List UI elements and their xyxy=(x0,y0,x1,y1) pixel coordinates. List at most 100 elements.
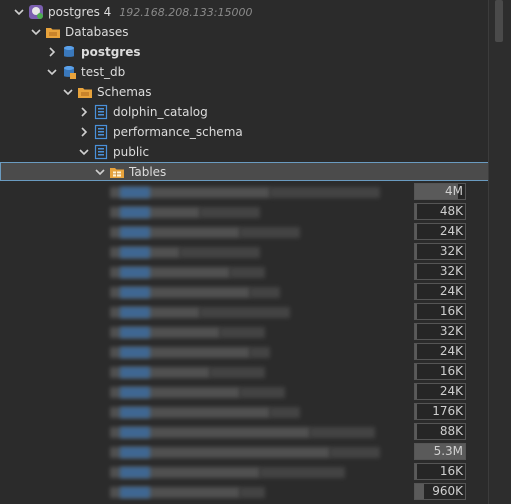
table-size-bar: 88K xyxy=(414,423,466,440)
table-row[interactable]: 24K xyxy=(0,282,489,302)
table-size-fill xyxy=(415,424,417,439)
table-size-value: 960K xyxy=(432,484,463,498)
table-row[interactable]: 32K xyxy=(0,322,489,342)
table-size-bar: 48K xyxy=(414,203,466,220)
tree-node-tables[interactable]: Tables xyxy=(0,162,489,181)
obscured-table-name xyxy=(120,267,150,278)
tree-node-schema-public[interactable]: public xyxy=(0,142,489,162)
chevron-down-icon[interactable] xyxy=(61,85,75,99)
tables-folder-icon xyxy=(109,164,125,180)
table-size-value: 16K xyxy=(439,304,463,318)
table-size-value: 24K xyxy=(439,344,463,358)
chevron-right-icon[interactable] xyxy=(77,125,91,139)
table-size-fill xyxy=(415,484,424,499)
obscured-table-name xyxy=(120,227,150,238)
table-size-bar: 176K xyxy=(414,403,466,420)
table-size-bar: 32K xyxy=(414,243,466,260)
chevron-right-icon[interactable] xyxy=(45,45,59,59)
table-row[interactable]: 32K xyxy=(0,242,489,262)
tree-node-schema-dolphin[interactable]: dolphin_catalog xyxy=(0,102,489,122)
connection-host: 192.168.208.133:15000 xyxy=(119,5,253,19)
chevron-down-icon[interactable] xyxy=(77,145,91,159)
table-row[interactable]: 24K xyxy=(0,382,489,402)
obscured-table-name xyxy=(120,347,150,358)
obscured-table-name xyxy=(270,407,300,418)
table-row[interactable]: 32K xyxy=(0,262,489,282)
table-row[interactable]: 24K xyxy=(0,222,489,242)
table-size-value: 16K xyxy=(439,364,463,378)
obscured-table-name xyxy=(200,307,290,318)
obscured-table-name xyxy=(270,187,380,198)
tree-node-connection[interactable]: postgres 4 192.168.208.133:15000 xyxy=(0,2,489,22)
obscured-table-name xyxy=(120,307,150,318)
table-size-fill xyxy=(415,464,417,479)
obscured-table-name xyxy=(120,367,150,378)
tree-node-schema-performance[interactable]: performance_schema xyxy=(0,122,489,142)
table-size-value: 4M xyxy=(445,184,463,198)
obscured-table-name xyxy=(120,467,150,478)
table-size-value: 32K xyxy=(439,324,463,338)
table-size-bar: 24K xyxy=(414,223,466,240)
table-size-bar: 4M xyxy=(414,183,466,200)
obscured-table-name xyxy=(230,267,265,278)
vertical-scrollbar[interactable] xyxy=(488,0,511,504)
table-row[interactable]: 88K xyxy=(0,422,489,442)
obscured-table-name xyxy=(260,467,345,478)
schema-public-label: public xyxy=(113,145,150,159)
table-size-value: 48K xyxy=(439,204,463,218)
table-row[interactable]: 4M xyxy=(0,182,489,202)
table-size-fill xyxy=(415,284,417,299)
obscured-table-name xyxy=(120,427,150,438)
chevron-down-icon[interactable] xyxy=(93,165,107,179)
folder-icon xyxy=(77,84,93,100)
table-size-value: 88K xyxy=(439,424,463,438)
table-size-bar: 16K xyxy=(414,363,466,380)
obscured-table-name xyxy=(240,227,300,238)
obscured-table-name xyxy=(120,327,150,338)
table-size-fill xyxy=(415,384,417,399)
table-size-value: 5.3M xyxy=(433,444,463,458)
obscured-table-name xyxy=(250,287,280,298)
obscured-table-name xyxy=(330,447,380,458)
obscured-table-name xyxy=(240,487,265,498)
table-row[interactable]: 5.3M xyxy=(0,442,489,462)
obscured-table-name xyxy=(120,187,150,198)
table-row[interactable]: 24K xyxy=(0,342,489,362)
table-size-fill xyxy=(415,244,417,259)
table-size-fill xyxy=(415,304,417,319)
table-size-fill xyxy=(415,404,417,419)
table-row[interactable]: 960K xyxy=(0,482,489,502)
table-row[interactable]: 16K xyxy=(0,302,489,322)
chevron-down-icon[interactable] xyxy=(45,65,59,79)
chevron-right-icon[interactable] xyxy=(77,105,91,119)
table-size-fill xyxy=(415,204,417,219)
tree-node-db-postgres[interactable]: postgres xyxy=(0,42,489,62)
obscured-table-name xyxy=(120,387,150,398)
tree-node-databases[interactable]: Databases xyxy=(0,22,489,42)
scrollbar-thumb[interactable] xyxy=(495,0,503,42)
obscured-table-name xyxy=(310,427,375,438)
obscured-table-name xyxy=(200,207,260,218)
table-size-fill xyxy=(415,344,417,359)
db-test-label: test_db xyxy=(81,65,126,79)
table-row[interactable]: 16K xyxy=(0,462,489,482)
tree-node-schemas[interactable]: Schemas xyxy=(0,82,489,102)
table-size-bar: 5.3M xyxy=(414,443,466,460)
table-size-value: 32K xyxy=(439,244,463,258)
table-size-value: 24K xyxy=(439,384,463,398)
tree-node-db-test[interactable]: test_db xyxy=(0,62,489,82)
table-row[interactable]: 48K xyxy=(0,202,489,222)
obscured-table-name xyxy=(120,287,150,298)
obscured-table-name xyxy=(180,247,260,258)
table-size-bar: 24K xyxy=(414,283,466,300)
table-row[interactable]: 16K xyxy=(0,362,489,382)
db-postgres-label: postgres xyxy=(81,45,141,59)
database-icon xyxy=(61,44,77,60)
database-icon xyxy=(61,64,77,80)
table-size-bar: 24K xyxy=(414,383,466,400)
schema-icon xyxy=(93,144,109,160)
obscured-table-name xyxy=(120,207,150,218)
chevron-down-icon[interactable] xyxy=(12,5,26,19)
chevron-down-icon[interactable] xyxy=(29,25,43,39)
table-row[interactable]: 176K xyxy=(0,402,489,422)
